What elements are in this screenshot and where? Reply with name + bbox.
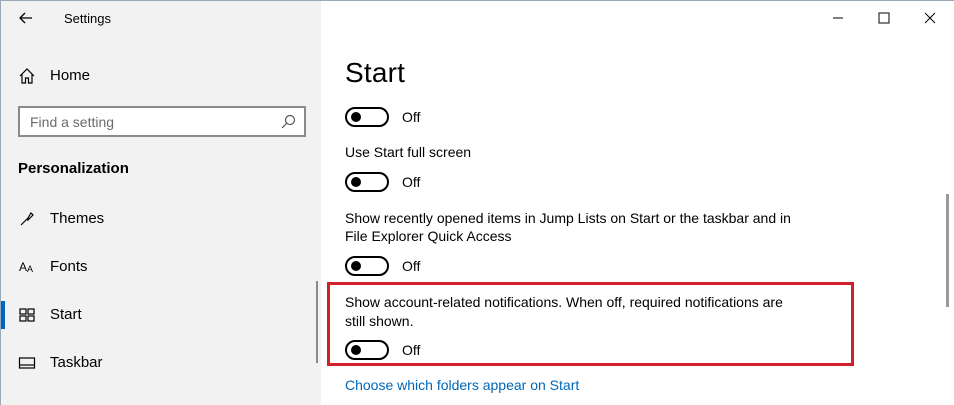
sidebar: Settings Home Personalization Themes A bbox=[1, 1, 321, 405]
sidebar-item-label: Fonts bbox=[50, 258, 88, 275]
title-bar: Settings bbox=[1, 1, 321, 35]
sidebar-item-label: Start bbox=[50, 306, 82, 323]
sidebar-item-taskbar[interactable]: Taskbar bbox=[1, 343, 321, 383]
toggle-state: Off bbox=[402, 174, 421, 190]
sidebar-item-fonts[interactable]: A A Fonts bbox=[1, 247, 321, 287]
section-header: Personalization bbox=[18, 160, 129, 177]
close-icon bbox=[924, 12, 936, 24]
maximize-button[interactable] bbox=[861, 1, 907, 35]
nav-home-label: Home bbox=[50, 67, 91, 84]
home-icon bbox=[19, 68, 35, 84]
search-input[interactable] bbox=[30, 112, 270, 132]
themes-icon bbox=[20, 212, 34, 226]
toggle-switch[interactable] bbox=[345, 107, 389, 127]
sidebar-item-themes[interactable]: Themes bbox=[1, 199, 321, 239]
fonts-icon: A A bbox=[19, 260, 33, 274]
setting-label: File Explorer Quick Access bbox=[345, 228, 512, 244]
toggle-state: Off bbox=[402, 109, 421, 125]
toggle-switch-account-notifications[interactable] bbox=[345, 340, 389, 360]
sidebar-item-label: Themes bbox=[50, 210, 105, 227]
setting-label: still shown. bbox=[345, 313, 414, 329]
main-scrollbar[interactable] bbox=[946, 194, 949, 307]
toggle-switch-jump-lists[interactable] bbox=[345, 256, 389, 276]
minimize-button[interactable] bbox=[815, 1, 861, 35]
sidebar-scrollbar[interactable] bbox=[316, 281, 318, 363]
choose-folders-link[interactable]: Choose which folders appear on Start bbox=[345, 377, 579, 393]
settings-window: Settings Home Personalization Themes A bbox=[0, 0, 954, 405]
close-button[interactable] bbox=[907, 1, 953, 35]
setting-label: Use Start full screen bbox=[345, 144, 472, 160]
search-box[interactable] bbox=[18, 106, 306, 137]
minimize-icon bbox=[833, 17, 843, 19]
toggle-switch-full-screen[interactable] bbox=[345, 172, 389, 192]
svg-text:A: A bbox=[19, 260, 27, 274]
toggle-state: Off bbox=[402, 258, 421, 274]
search-icon[interactable] bbox=[280, 114, 296, 130]
sidebar-item-start[interactable]: Start bbox=[1, 295, 321, 335]
toggle-state: Off bbox=[402, 342, 421, 358]
page-title: Start bbox=[345, 57, 406, 88]
back-button[interactable] bbox=[11, 5, 41, 31]
app-title: Settings bbox=[64, 11, 111, 26]
sidebar-item-label: Taskbar bbox=[50, 354, 103, 371]
main-content: Start Off Use Start full screen Off Show… bbox=[321, 1, 954, 405]
taskbar-icon bbox=[18, 357, 36, 369]
back-arrow-icon bbox=[19, 12, 32, 24]
setting-label: Show account-related notifications. When… bbox=[345, 294, 783, 310]
nav-home[interactable]: Home bbox=[1, 59, 321, 93]
start-icon bbox=[19, 308, 35, 322]
maximize-icon bbox=[878, 12, 890, 24]
svg-text:A: A bbox=[27, 264, 33, 274]
